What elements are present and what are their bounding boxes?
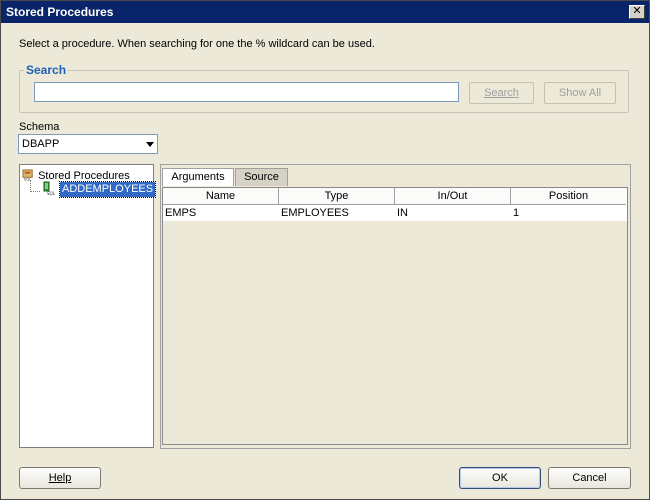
ok-button[interactable]: OK — [459, 467, 541, 489]
search-input[interactable] — [34, 82, 459, 102]
show-all-button-label: Show All — [558, 87, 602, 99]
tree-item-addemployees[interactable]: ADDEMPLOYEES — [58, 181, 157, 198]
schema-selected-value: DBAPP — [22, 138, 60, 150]
svg-text:SQL: SQL — [47, 191, 56, 196]
column-header-in-out[interactable]: In/Out — [395, 188, 511, 205]
search-group-label: Search — [24, 63, 69, 77]
column-header-name[interactable]: Name — [163, 188, 279, 205]
schema-label: Schema — [19, 121, 60, 133]
procedures-folder-icon: SQL — [22, 169, 33, 182]
table-header: Name Type In/Out Position — [163, 188, 627, 205]
cell-type: EMPLOYEES — [281, 207, 349, 219]
chevron-down-icon — [146, 142, 154, 147]
search-button-label: Search — [484, 87, 519, 99]
close-icon: ✕ — [632, 5, 642, 17]
tab-source[interactable]: Source — [235, 168, 288, 186]
cell-name: EMPS — [165, 207, 197, 219]
ok-button-label: OK — [492, 472, 508, 484]
procedure-tree[interactable] — [19, 164, 154, 448]
schema-select[interactable]: DBAPP — [18, 134, 158, 154]
show-all-button[interactable]: Show All — [544, 82, 616, 104]
cell-in-out: IN — [397, 207, 408, 219]
title-bar[interactable]: Stored Procedures ✕ — [1, 1, 649, 23]
tree-connector — [30, 191, 40, 192]
search-button[interactable]: Search — [469, 82, 534, 104]
cancel-button-label: Cancel — [572, 472, 607, 484]
help-button[interactable]: Help — [19, 467, 101, 489]
column-header-position[interactable]: Position — [511, 188, 626, 205]
arguments-table: Name Type In/Out Position EMPS EMPLOYEES… — [162, 187, 628, 445]
cancel-button[interactable]: Cancel — [548, 467, 631, 489]
column-header-type[interactable]: Type — [279, 188, 395, 205]
instruction-text: Select a procedure. When searching for o… — [19, 38, 375, 50]
cell-position: 1 — [513, 207, 520, 219]
tree-root[interactable]: SQL Stored Procedures — [22, 167, 130, 182]
tab-arguments[interactable]: Arguments — [162, 168, 234, 186]
window-title: Stored Procedures — [6, 5, 114, 19]
stored-procedure-icon: SQL — [43, 181, 56, 196]
close-button[interactable]: ✕ — [629, 5, 645, 19]
table-row[interactable]: EMPS EMPLOYEES IN 1 — [163, 205, 627, 221]
help-button-label: Help — [48, 472, 72, 484]
